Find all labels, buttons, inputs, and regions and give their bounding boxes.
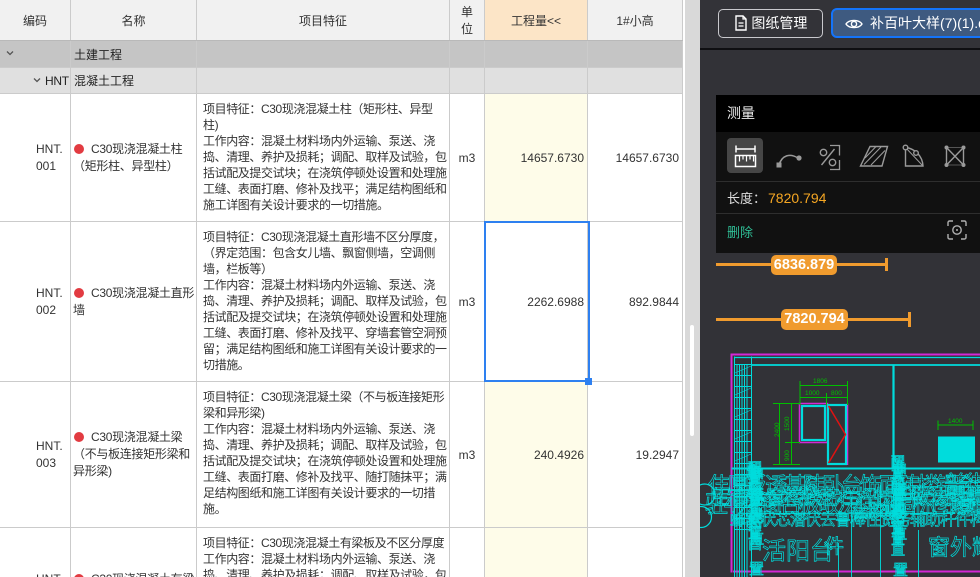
svg-text:曲: 曲 — [893, 458, 907, 478]
svg-text:窗外辉: 窗外辉 — [928, 530, 980, 562]
svg-text:1806: 1806 — [813, 378, 828, 385]
svg-text:800: 800 — [831, 390, 842, 397]
svg-text:器: 器 — [893, 502, 907, 522]
svg-text:1000: 1000 — [805, 390, 820, 397]
svg-text:器: 器 — [750, 507, 764, 527]
svg-text:置: 置 — [893, 559, 908, 577]
svg-text:2400: 2400 — [774, 422, 781, 437]
svg-text:6: 6 — [803, 466, 819, 506]
svg-text:件: 件 — [824, 530, 844, 559]
svg-text:1400: 1400 — [948, 418, 963, 425]
svg-text:匿: 匿 — [893, 480, 907, 500]
svg-text:直: 直 — [893, 524, 907, 544]
svg-text:曲: 曲 — [750, 463, 764, 483]
svg-text:态唯叫: 态唯叫 — [952, 493, 980, 519]
svg-text:匿: 匿 — [750, 485, 764, 505]
svg-text:直: 直 — [750, 529, 764, 549]
svg-text:置: 置 — [749, 558, 764, 577]
svg-text:1500: 1500 — [784, 416, 791, 431]
svg-text:900: 900 — [784, 450, 791, 461]
